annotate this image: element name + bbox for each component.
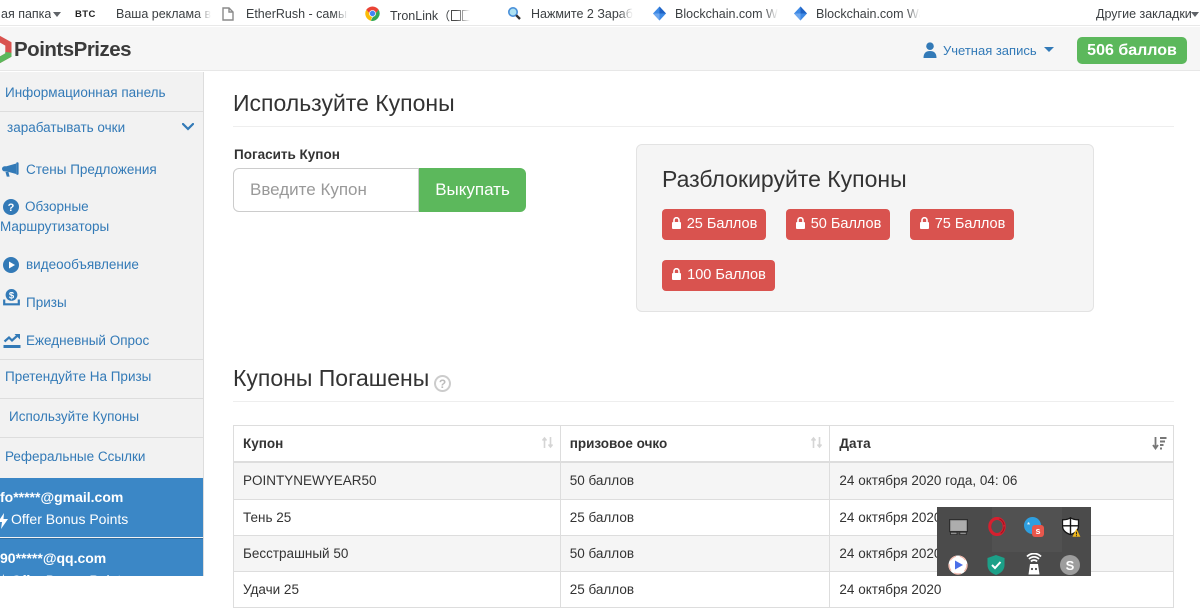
svg-text:$: $	[9, 291, 15, 302]
svg-text:*: *	[1027, 521, 1030, 530]
svg-text:?: ?	[8, 202, 15, 214]
svg-text:s: s	[1035, 526, 1040, 536]
svg-text:S: S	[1066, 558, 1075, 573]
